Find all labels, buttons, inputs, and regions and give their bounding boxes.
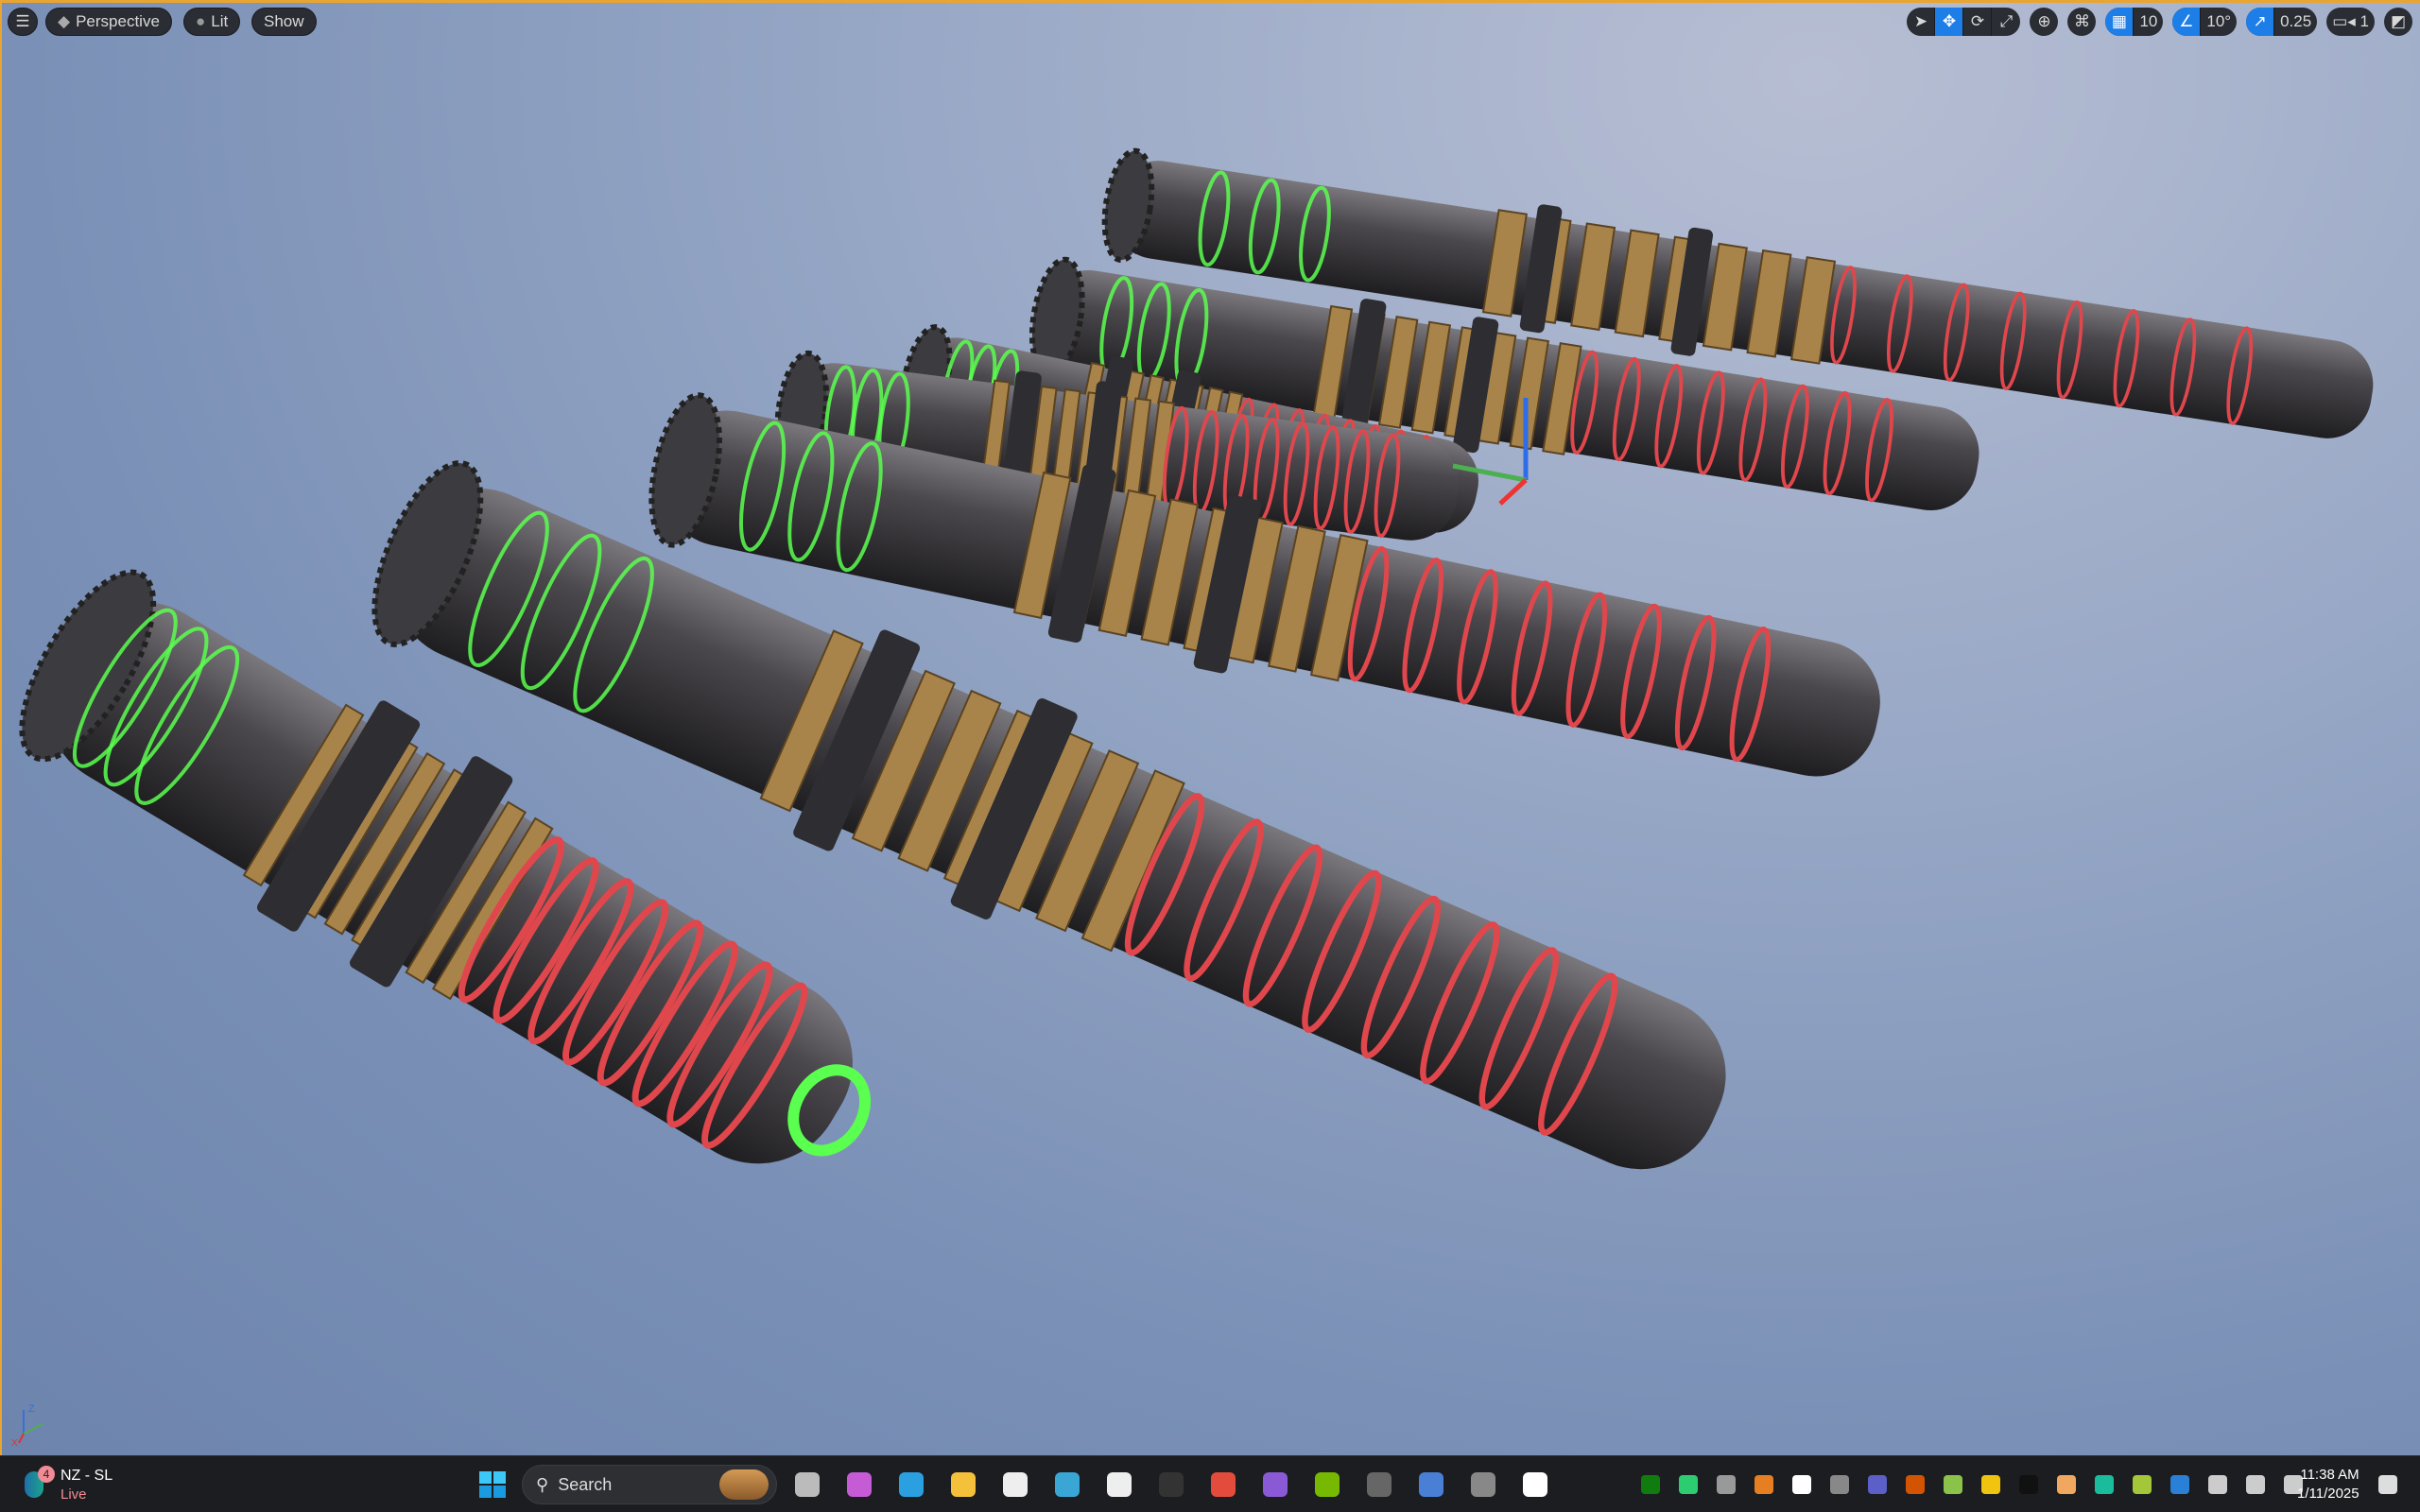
- clock-date: 1/11/2025: [2297, 1486, 2360, 1502]
- obs-icon[interactable]: [1364, 1469, 1394, 1500]
- rotation-snap-toggle[interactable]: ∠: [2172, 8, 2202, 36]
- widget-badge: 4: [38, 1466, 55, 1483]
- camera-icon: ▭◂: [2332, 12, 2356, 30]
- scale-snap-value[interactable]: 0.25: [2274, 8, 2317, 36]
- rotate-icon: ⟳: [1970, 12, 1985, 30]
- select-mode-button[interactable]: ➤: [1907, 8, 1936, 36]
- lit-label: Lit: [211, 12, 229, 30]
- viewport-toolbar-right: ➤ ✥ ⟳ ⤢ ⊕ ⌘ ▦ 10 ∠ 10° ↗ 0.25 ▭◂ 1 ◩: [1907, 8, 2412, 36]
- windows-logo-icon: [479, 1471, 506, 1498]
- grid-snap-toggle[interactable]: ▦: [2105, 8, 2135, 36]
- sphere-icon: ●: [196, 12, 206, 30]
- widget-status: Live: [60, 1486, 87, 1503]
- rotation-snap-value[interactable]: 10°: [2201, 8, 2237, 36]
- rotate-mode-button[interactable]: ⟳: [1963, 8, 1993, 36]
- wifi-icon[interactable]: [2208, 1475, 2227, 1494]
- clapper-icon[interactable]: [1260, 1469, 1290, 1500]
- notifications-icon[interactable]: [2378, 1475, 2397, 1494]
- viewport-menu-button[interactable]: ☰: [8, 8, 38, 36]
- xbox-icon[interactable]: [1641, 1475, 1660, 1494]
- dark-app-icon[interactable]: [1156, 1469, 1186, 1500]
- world-local-button[interactable]: ⊕: [2030, 8, 2059, 36]
- unreal-engine-icon[interactable]: [1520, 1469, 1550, 1500]
- app-icon[interactable]: [1906, 1475, 1925, 1494]
- onedrive-off-icon[interactable]: [1830, 1475, 1849, 1494]
- widget-title: NZ - SL: [60, 1468, 113, 1484]
- search-box[interactable]: ⚲ Search: [522, 1465, 777, 1504]
- perspective-button[interactable]: ◆ Perspective: [45, 8, 172, 36]
- perspective-label: Perspective: [76, 12, 160, 30]
- search-placeholder: Search: [558, 1474, 613, 1494]
- store-icon[interactable]: [1000, 1469, 1030, 1500]
- news-widget[interactable]: 4 NZ - SL Live: [21, 1464, 125, 1505]
- edge-icon[interactable]: [896, 1469, 926, 1500]
- defender-icon[interactable]: [2170, 1475, 2189, 1494]
- axis-x-label: X: [11, 1438, 18, 1448]
- clock-time: 11:38 AM: [2300, 1467, 2360, 1483]
- move-icon: ✥: [1942, 12, 1957, 30]
- download-icon[interactable]: [2095, 1475, 2114, 1494]
- camera-speed-group[interactable]: ▭◂ 1: [2326, 8, 2375, 36]
- angle-icon: ∠: [2179, 12, 2194, 30]
- clock[interactable]: 11:38 AM 1/11/2025: [2297, 1466, 2360, 1503]
- chrome-icon[interactable]: [1208, 1469, 1238, 1500]
- hamburger-icon: ☰: [15, 12, 30, 30]
- file-explorer-icon[interactable]: [948, 1469, 978, 1500]
- cube-icon: ◆: [58, 12, 71, 30]
- volume-icon[interactable]: [2246, 1475, 2265, 1494]
- maximize-icon: ◩: [2390, 12, 2407, 30]
- axis-z-label: Z: [28, 1403, 35, 1415]
- grid-snap-group: ▦ 10: [2105, 8, 2164, 36]
- scale-snap-toggle[interactable]: ↗: [2246, 8, 2275, 36]
- scale-arrow-icon: ↗: [2253, 12, 2267, 30]
- transform-group: ➤ ✥ ⟳ ⤢: [1907, 8, 2021, 36]
- translate-mode-button[interactable]: ✥: [1935, 8, 1964, 36]
- rotation-snap-group: ∠ 10°: [2172, 8, 2238, 36]
- surface-snap-icon: ⌘: [2073, 12, 2090, 30]
- scene-3d[interactable]: [2, 3, 2420, 1455]
- start-button[interactable]: [477, 1469, 508, 1500]
- search-icon: ⚲: [536, 1474, 549, 1494]
- copilot-icon[interactable]: [844, 1469, 874, 1500]
- notes-app-icon[interactable]: [2133, 1475, 2152, 1494]
- weather-icon[interactable]: [2057, 1475, 2076, 1494]
- scale-icon: ⤢: [1999, 12, 2014, 30]
- device-icon[interactable]: [1468, 1469, 1498, 1500]
- grammarly-icon[interactable]: [1792, 1475, 1811, 1494]
- axis-gizmo: Z X: [11, 1403, 43, 1448]
- cursor-icon: ➤: [1913, 12, 1928, 30]
- search-highlight-image: [719, 1469, 769, 1500]
- globe-app-icon[interactable]: [1052, 1469, 1082, 1500]
- show-label: Show: [264, 12, 304, 30]
- warning-icon[interactable]: [1981, 1475, 2000, 1494]
- lit-button[interactable]: ● Lit: [183, 8, 241, 36]
- surface-snap-button[interactable]: ⌘: [2067, 8, 2097, 36]
- camera-speed-value: 1: [2360, 12, 2369, 30]
- show-button[interactable]: Show: [251, 8, 317, 36]
- windows-taskbar: 4 NZ - SL Live ⚲ Search 11:38 AM 1/11/202…: [0, 1455, 2420, 1512]
- text-app-icon[interactable]: [1944, 1475, 1962, 1494]
- level-viewport[interactable]: ☰ ◆ Perspective ● Lit Show ➤ ✥ ⟳ ⤢ ⊕ ⌘ ▦ 1…: [0, 0, 2420, 1455]
- grid-icon: ▦: [2111, 12, 2127, 30]
- maximize-viewport-button[interactable]: ◩: [2384, 8, 2412, 36]
- security-key-icon[interactable]: [1717, 1475, 1736, 1494]
- globe-icon: ⊕: [2037, 12, 2051, 30]
- scale-snap-group: ↗ 0.25: [2246, 8, 2318, 36]
- scale-mode-button[interactable]: ⤢: [1992, 8, 2020, 36]
- grid-snap-value[interactable]: 10: [2134, 8, 2163, 36]
- nvidia-icon[interactable]: [1312, 1469, 1342, 1500]
- browser-icon[interactable]: [1416, 1469, 1446, 1500]
- epic-games-icon[interactable]: [2019, 1475, 2038, 1494]
- task-view-icon[interactable]: [792, 1469, 822, 1500]
- alienware-icon[interactable]: [1104, 1469, 1134, 1500]
- teams-icon[interactable]: [1868, 1475, 1887, 1494]
- kaspersky-icon[interactable]: [1679, 1475, 1698, 1494]
- color-app-icon[interactable]: [1754, 1475, 1773, 1494]
